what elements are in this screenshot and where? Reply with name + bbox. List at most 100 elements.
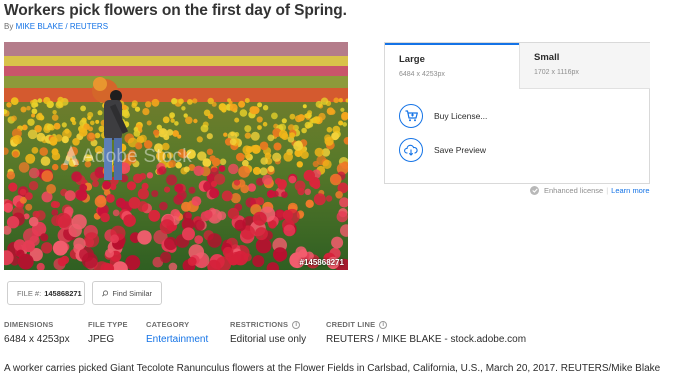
buy-license-button[interactable]: Buy License...	[399, 104, 487, 128]
flower-dot	[51, 114, 59, 121]
flower-dot	[112, 209, 120, 217]
enhanced-license-text: Enhanced license	[544, 186, 604, 195]
flower-dot	[12, 151, 19, 158]
cloud-download-icon	[399, 138, 423, 162]
flower-dot	[206, 148, 214, 155]
flower-dot	[191, 196, 202, 207]
flower-dot	[185, 116, 193, 125]
flower-dot	[115, 197, 126, 208]
flower-dot	[207, 97, 214, 105]
meta-dimensions-key: DIMENSIONS	[4, 320, 54, 329]
flower-dot	[151, 98, 160, 107]
flower-dot	[6, 216, 20, 229]
flower-dot	[252, 211, 267, 226]
flower-dot	[49, 125, 55, 131]
flower-dot	[52, 163, 59, 171]
adobe-stock-logo	[62, 144, 80, 166]
flower-dot	[126, 181, 137, 191]
flower-dot	[178, 98, 184, 105]
flower-dot	[28, 181, 39, 191]
flower-dot	[52, 240, 68, 256]
flower-dot	[300, 150, 309, 159]
meta-dimensions: DIMENSIONS 6484 x 4253px	[4, 320, 70, 345]
flower-dot	[170, 118, 175, 123]
flower-dot	[336, 211, 348, 223]
flower-dot	[221, 190, 233, 202]
flower-dot	[52, 110, 57, 115]
separator: |	[606, 186, 609, 195]
tab-small[interactable]: Small 1702 x 1116px	[519, 43, 650, 89]
flower-dot	[43, 97, 51, 105]
save-preview-button[interactable]: Save Preview	[399, 138, 486, 162]
flower-dot	[123, 111, 130, 119]
flower-dot	[159, 219, 175, 235]
flower-dot	[304, 188, 311, 195]
flower-dot	[262, 105, 269, 111]
flower-dot	[193, 118, 198, 124]
flower-dot	[273, 142, 282, 151]
flower-dot	[332, 125, 341, 134]
flower-dot	[27, 129, 38, 140]
flower-dot	[151, 190, 159, 198]
flower-dot	[41, 170, 53, 182]
meta-dimensions-value: 6484 x 4253px	[4, 334, 70, 345]
flower-dot	[25, 192, 33, 201]
flower-dot	[61, 122, 67, 128]
flower-dot	[250, 131, 260, 141]
flower-dot	[64, 190, 76, 202]
meta-restrictions-value: Editorial use only	[230, 334, 307, 345]
flower-dot	[296, 161, 303, 168]
flower-dot	[266, 190, 275, 198]
flower-dot	[324, 136, 334, 146]
find-similar-button[interactable]: Find Similar	[92, 281, 162, 305]
flower-dot	[229, 103, 238, 112]
page-title: Workers pick flowers on the first day of…	[4, 2, 347, 19]
flower-dot	[102, 180, 111, 190]
flower-dot	[244, 132, 252, 139]
byline: By MIKE BLAKE / REUTERS	[4, 22, 108, 31]
category-link[interactable]: Entertainment	[146, 334, 208, 345]
stock-photo[interactable]: Adobe Stock #145868271	[4, 42, 348, 270]
info-icon[interactable]: i	[292, 320, 301, 329]
flower-dot	[6, 171, 16, 180]
flower-dot	[206, 133, 213, 140]
flower-dot	[254, 227, 268, 241]
flower-dot	[197, 151, 207, 161]
flower-dot	[181, 106, 186, 111]
flower-dot	[110, 234, 119, 244]
flower-dot	[297, 187, 305, 196]
learn-more-link[interactable]: Learn more	[611, 186, 649, 195]
flower-dot	[139, 134, 147, 143]
flower-dot	[218, 103, 227, 111]
flower-dot	[71, 171, 82, 182]
flower-dot	[240, 184, 250, 194]
file-number-button[interactable]: FILE #: 145868271	[7, 281, 85, 305]
flower-dot	[55, 212, 72, 228]
flower-dot	[25, 153, 36, 164]
flower-dot	[200, 124, 209, 133]
flower-dot	[251, 144, 261, 154]
flower-dot	[148, 209, 161, 222]
flower-dot	[193, 165, 204, 176]
meta-file-type-value: JPEG	[88, 334, 115, 345]
flower-dot	[326, 126, 333, 133]
flower-dot	[79, 183, 88, 192]
flower-dot	[16, 249, 25, 258]
flower-dot	[229, 138, 237, 146]
tab-large[interactable]: Large 6484 x 4253px	[385, 43, 519, 89]
flower-dot	[273, 247, 288, 262]
flower-dot	[234, 219, 246, 232]
flower-dot	[187, 256, 197, 266]
tab-large-dimensions: 6484 x 4253px	[399, 71, 445, 78]
flower-dot	[209, 188, 220, 199]
byline-prefix: By	[4, 22, 14, 31]
flower-dot	[169, 112, 176, 119]
info-icon[interactable]: i	[379, 320, 388, 329]
flower-dot	[262, 174, 273, 185]
flower-dot	[338, 120, 344, 126]
flower-dot	[203, 109, 211, 117]
flower-dot	[92, 180, 99, 188]
flower-dot	[303, 169, 315, 182]
author-link[interactable]: MIKE BLAKE / REUTERS	[16, 22, 108, 31]
flower-dot	[228, 163, 239, 175]
